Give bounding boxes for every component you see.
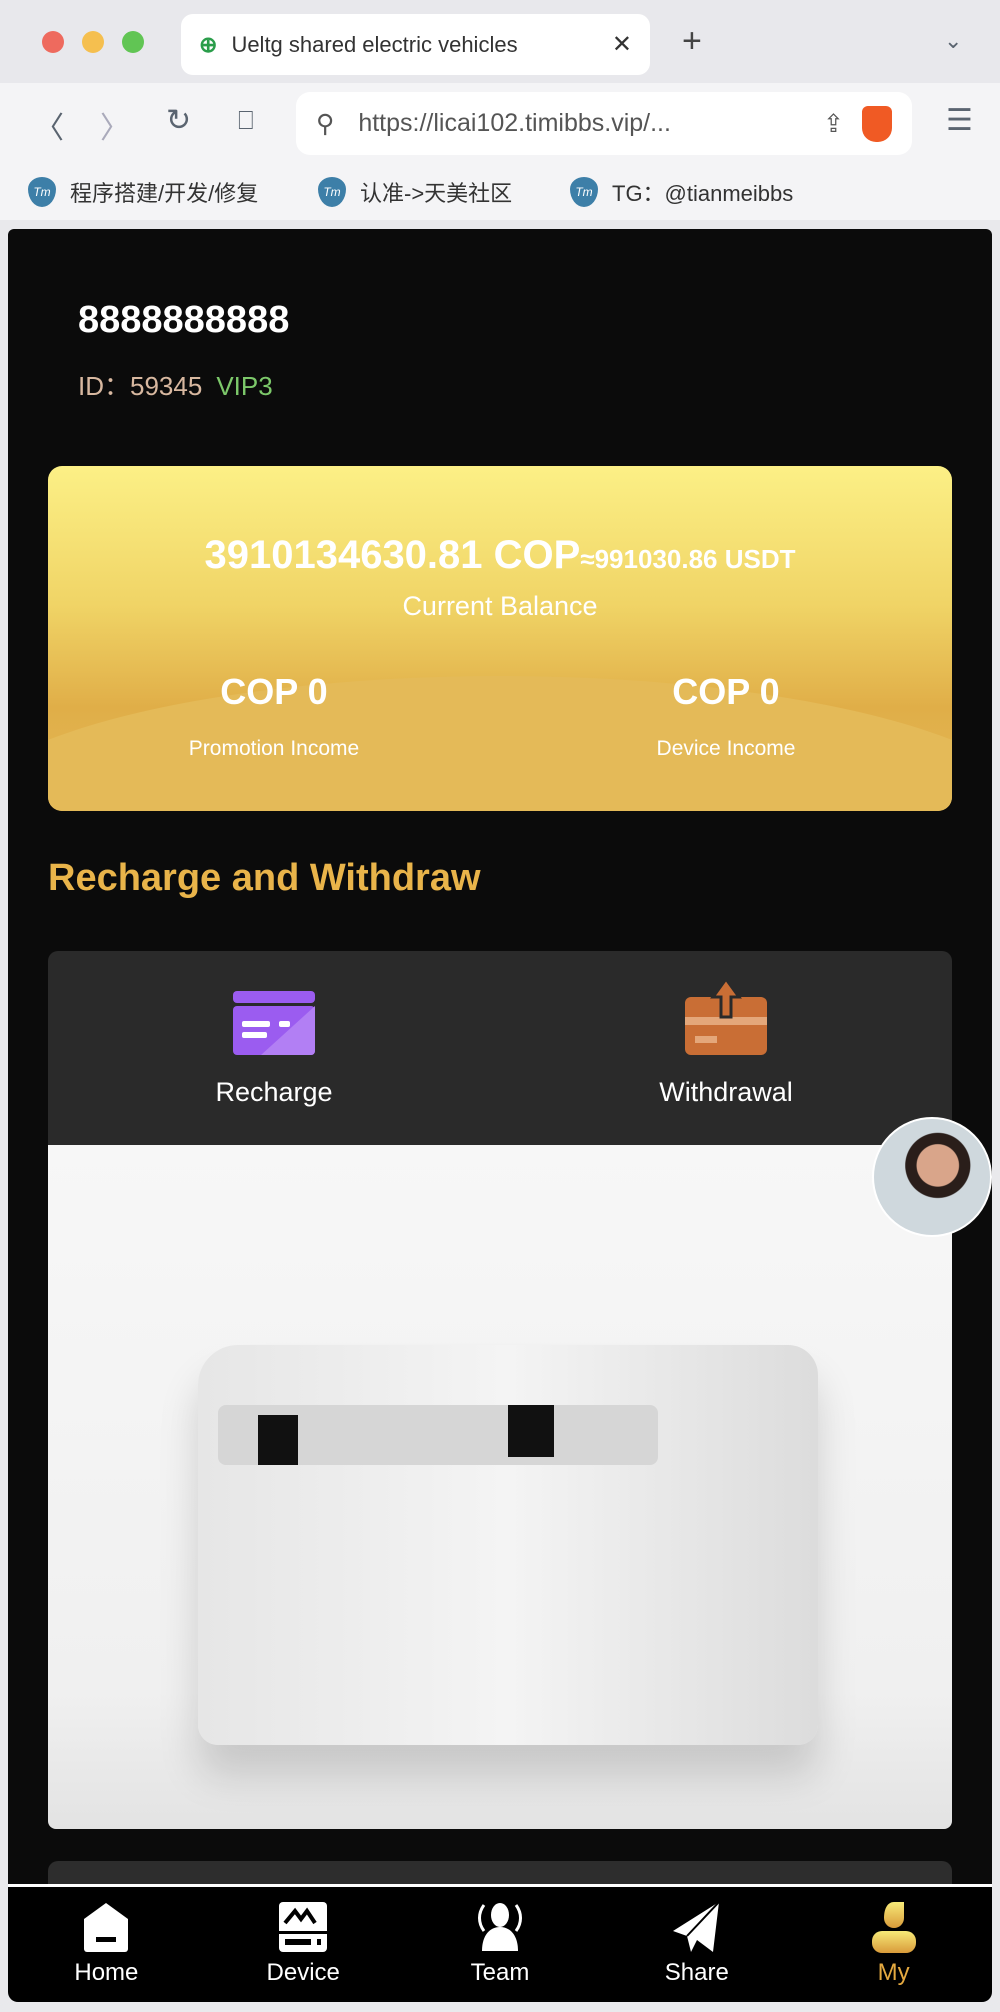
bookmark-item[interactable]: Tm TG：@tianmeibbs xyxy=(570,176,793,208)
promotion-income: COP 0 Promotion Income xyxy=(48,671,500,761)
bookmark-label: TG：@tianmeibbs xyxy=(612,181,794,206)
back-icon[interactable]: 〈 xyxy=(34,103,64,147)
nav-share[interactable]: Share xyxy=(598,1887,795,2002)
box-upload-icon xyxy=(685,979,767,1055)
new-tab-icon[interactable]: + xyxy=(682,22,702,61)
tab-title: Ueltg shared electric vehicles xyxy=(231,31,518,57)
minimize-window-button[interactable] xyxy=(82,31,104,53)
customer-service-avatar[interactable] xyxy=(872,1117,992,1237)
withdrawal-button[interactable]: Withdrawal xyxy=(500,951,952,1145)
station-body xyxy=(198,1345,818,1745)
recharge-button[interactable]: Recharge xyxy=(48,951,500,1145)
withdrawal-label: Withdrawal xyxy=(659,1077,793,1107)
close-window-button[interactable] xyxy=(42,31,64,53)
reload-icon[interactable]: ↻ xyxy=(166,103,191,138)
share-icon[interactable]: ⇪ xyxy=(823,109,844,139)
promotion-value: COP 0 xyxy=(220,671,328,712)
promotion-label: Promotion Income xyxy=(188,737,360,760)
menu-icon[interactable]: ☰ xyxy=(946,103,973,138)
site-favicon-icon: ⊕ xyxy=(199,31,218,57)
bookmark-logo-icon: Tm xyxy=(28,177,56,207)
device-label: Device Income xyxy=(656,737,796,760)
id-value: 59345 xyxy=(130,371,203,401)
nav-home[interactable]: Home xyxy=(8,1887,205,2002)
current-balance: 3910134630.81 COP≈991030.86 USDT xyxy=(48,533,952,578)
nav-label: Home xyxy=(74,1959,139,1986)
device-icon xyxy=(279,1902,328,1952)
charging-station-image xyxy=(48,1145,952,1829)
nav-label: Device xyxy=(266,1959,340,1986)
bookmark-label: 认准->天美社区 xyxy=(360,181,513,206)
team-icon xyxy=(477,1903,522,1951)
username: 8888888888 xyxy=(78,299,290,341)
page-content: 8888888888 ID：59345 VIP3 3910134630.81 CO… xyxy=(8,229,992,1884)
device-value: COP 0 xyxy=(672,671,780,712)
nav-label: My xyxy=(877,1959,910,1986)
home-icon xyxy=(84,1903,129,1952)
balance-usdt: ≈991030.86 USDT xyxy=(580,544,796,574)
bookmark-label: 程序搭建/开发/修复 xyxy=(70,181,259,206)
current-balance-label: Current Balance xyxy=(402,591,598,621)
nav-my[interactable]: My xyxy=(795,1887,992,2002)
nav-team[interactable]: Team xyxy=(402,1887,599,2002)
close-tab-icon[interactable]: ✕ xyxy=(612,30,632,59)
bookmark-logo-icon: Tm xyxy=(318,177,346,207)
nav-label: Team xyxy=(470,1959,530,1986)
recharge-label: Recharge xyxy=(215,1077,333,1107)
maximize-window-button[interactable] xyxy=(122,31,144,53)
forward-icon[interactable]: 〉 xyxy=(100,103,130,147)
url-text: https://licai102.timibbs.vip/... xyxy=(358,109,671,137)
browser-tab[interactable]: ⊕ Ueltg shared electric vehicles ✕ xyxy=(181,14,650,75)
device-income: COP 0 Device Income xyxy=(500,671,952,761)
bookmark-item[interactable]: Tm 认准->天美社区 xyxy=(318,176,512,208)
user-id: ID：59345 VIP3 xyxy=(78,366,273,403)
id-label: ID： xyxy=(78,371,131,401)
address-bar[interactable]: ⚲ https://licai102.timibbs.vip/... ⇪ xyxy=(296,92,912,155)
station-screen xyxy=(258,1415,298,1465)
bottom-nav: Home Device Team Share My xyxy=(8,1884,992,2002)
recharge-withdraw-panel: Recharge Withdrawal xyxy=(48,951,952,1145)
next-card xyxy=(48,1861,952,1884)
credit-card-icon xyxy=(233,991,315,1055)
site-settings-icon[interactable]: ⚲ xyxy=(316,109,334,139)
balance-card: 3910134630.81 COP≈991030.86 USDT Current… xyxy=(48,466,952,811)
brave-shield-icon[interactable] xyxy=(862,105,892,142)
bookmark-logo-icon: Tm xyxy=(570,177,598,207)
station-screen xyxy=(508,1405,554,1457)
section-title: Recharge and Withdraw xyxy=(48,857,481,899)
vip-badge: VIP3 xyxy=(216,371,273,401)
paper-plane-icon xyxy=(672,1901,720,1952)
balance-amount: 3910134630.81 COP xyxy=(204,533,581,577)
bookmark-item[interactable]: Tm 程序搭建/开发/修复 xyxy=(28,176,258,208)
nav-label: Share xyxy=(664,1959,729,1986)
browser-tab-bar: ⊕ Ueltg shared electric vehicles ✕ + ⌄ xyxy=(0,0,1000,83)
nav-device[interactable]: Device xyxy=(205,1887,402,2002)
bookmark-icon[interactable]: ⎕ xyxy=(238,105,254,137)
user-icon xyxy=(871,1902,916,1953)
tab-list-chevron-icon[interactable]: ⌄ xyxy=(944,28,962,54)
